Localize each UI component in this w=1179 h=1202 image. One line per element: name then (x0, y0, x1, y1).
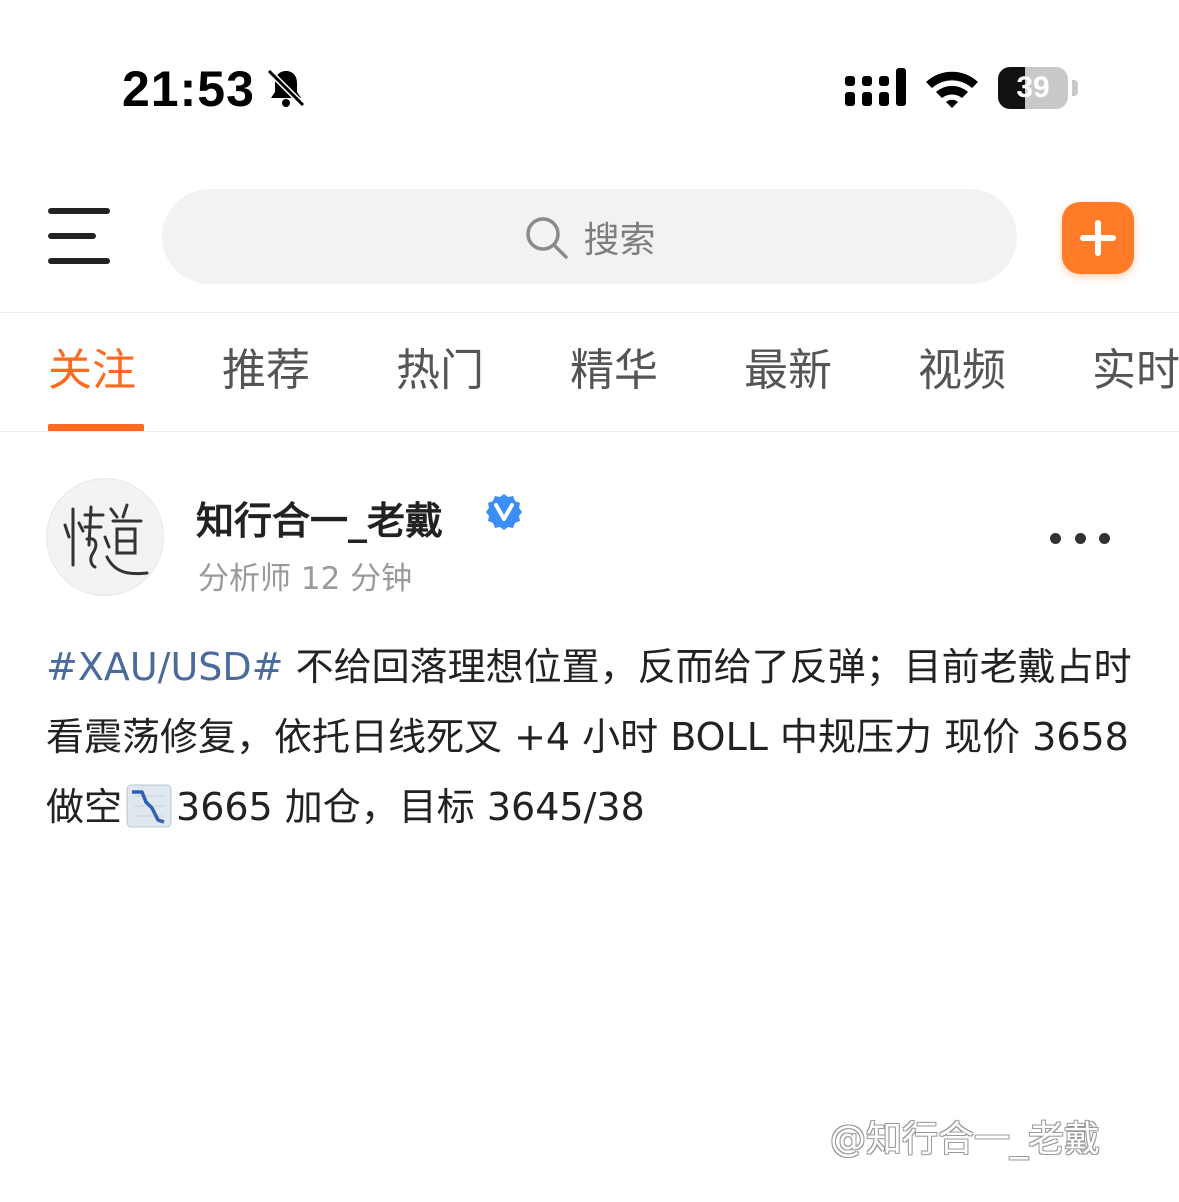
status-time: 21:53 (122, 61, 255, 117)
search-input[interactable]: 搜索 (162, 189, 1017, 284)
post-text: #XAU/USD# 不给回落理想位置，反而给了反弹；目前老戴占时看震荡修复，依托… (46, 632, 1146, 842)
tab-video[interactable]: 视频 (918, 343, 1006, 403)
author-name[interactable]: 知行合一_老戴 (196, 490, 443, 545)
plus-icon[interactable] (1062, 202, 1134, 274)
cellular-signal-icon (845, 68, 906, 106)
bell-slash-icon (266, 68, 306, 108)
battery-percent: 39 (1016, 71, 1050, 104)
status-bar: 21:53 39 (0, 0, 1179, 150)
tab-follow[interactable]: 关注 (48, 343, 136, 403)
hashtag-link[interactable]: #XAU/USD# (46, 645, 284, 689)
avatar-calligraphy-image (63, 503, 149, 576)
tab-realtime[interactable]: 实时 (1092, 343, 1179, 403)
more-dots-icon[interactable] (1050, 525, 1110, 551)
hamburger-menu-icon[interactable] (48, 208, 114, 266)
active-tab-indicator (48, 424, 144, 431)
tab-featured[interactable]: 精华 (570, 343, 658, 403)
wifi-icon (926, 71, 978, 108)
tab-recommend[interactable]: 推荐 (222, 343, 310, 403)
watermark: @知行合一_老戴 (830, 1119, 1101, 1160)
search-placeholder: 搜索 (583, 219, 656, 261)
verified-v-badge-icon (486, 494, 522, 530)
author-meta: 分析师 12 分钟 (198, 561, 413, 597)
tab-hot[interactable]: 热门 (396, 343, 484, 403)
search-icon (526, 216, 569, 259)
post-text-part2: 3665 加仓，目标 3645/38 (176, 785, 645, 829)
feed-tabs: 关注 推荐 热门 精华 最新 视频 实时 (0, 312, 1179, 432)
tab-latest[interactable]: 最新 (744, 343, 832, 403)
battery-tip (1072, 80, 1078, 96)
chart-decreasing-icon (126, 784, 172, 828)
avatar[interactable] (46, 478, 164, 596)
battery-icon: 39 (998, 67, 1068, 109)
weibo-feed-screen: 21:53 39 搜索 关注 推荐 热门 精华 最新 视频 实时 知行合一_老戴… (0, 0, 1179, 1202)
